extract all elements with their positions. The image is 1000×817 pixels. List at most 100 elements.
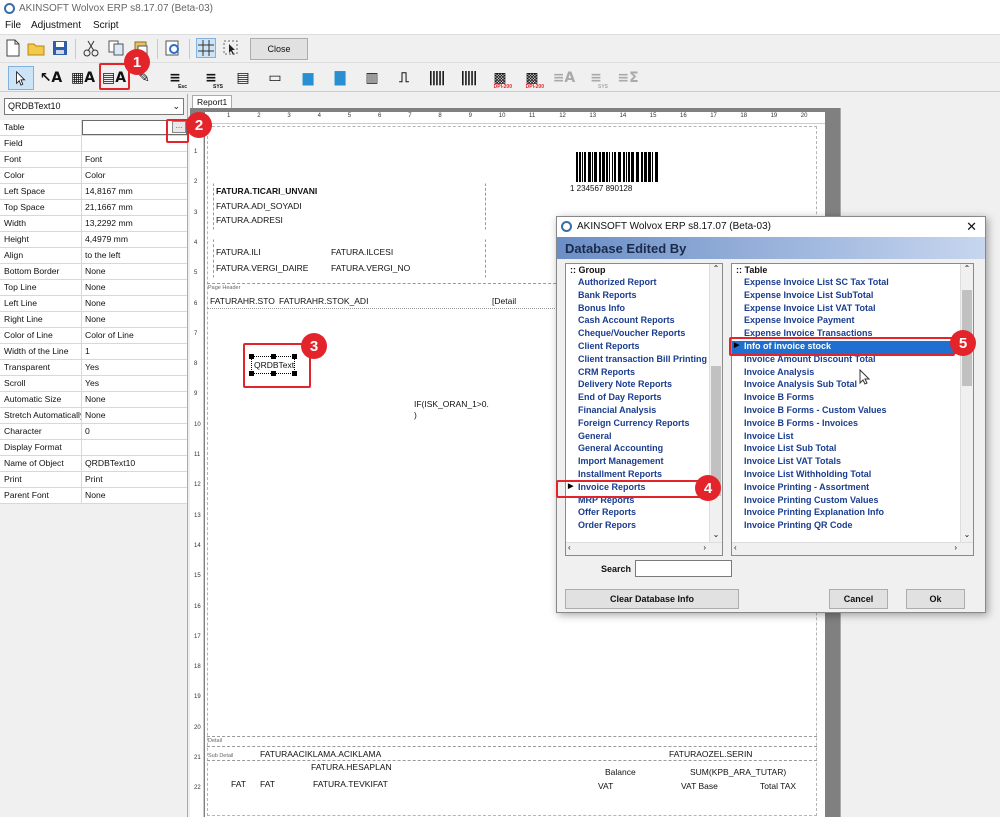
object-selector[interactable]: QRDBText10 ⌄: [4, 98, 184, 115]
list-item[interactable]: Invoice List: [732, 431, 973, 444]
property-row[interactable]: Font Font: [0, 152, 187, 168]
property-row[interactable]: Left Space 14,8167 mm: [0, 184, 187, 200]
field-sum[interactable]: SUM(KPB_ARA_TUTAR): [690, 767, 786, 777]
list-item[interactable]: Authorized Report: [566, 277, 722, 290]
list-item[interactable]: Cash Account Reports: [566, 315, 722, 328]
list-item[interactable]: End of Day Reports: [566, 392, 722, 405]
list-item[interactable]: Expense Invoice Payment: [732, 315, 973, 328]
field-tevkifat[interactable]: FATURA.TEVKIFAT: [313, 779, 388, 789]
chevron-down-icon[interactable]: ⌄: [961, 530, 973, 542]
field-balance[interactable]: Balance: [605, 767, 636, 777]
property-row[interactable]: Top Line None: [0, 280, 187, 296]
list-item[interactable]: Expense Invoice List VAT Total: [732, 303, 973, 316]
list-item[interactable]: General Accounting: [566, 443, 722, 456]
table-list[interactable]: :: Table Expense Invoice List SC Tax Tot…: [731, 263, 974, 556]
copy-icon[interactable]: [106, 38, 126, 58]
property-value[interactable]: None: [82, 296, 187, 311]
chevron-up-icon[interactable]: ⌃: [961, 264, 973, 276]
property-row[interactable]: Name of Object QRDBText10: [0, 456, 187, 472]
property-row[interactable]: Transparent Yes: [0, 360, 187, 376]
field-stok-adi[interactable]: FATURAHR.STOK_ADI: [279, 296, 368, 306]
open-folder-icon[interactable]: [26, 38, 46, 58]
property-value[interactable]: Color: [82, 168, 187, 183]
property-row[interactable]: Left Line None: [0, 296, 187, 312]
property-row[interactable]: Right Line None: [0, 312, 187, 328]
cancel-button[interactable]: Cancel: [829, 589, 888, 609]
pointer-tool-icon[interactable]: [8, 66, 34, 90]
property-row[interactable]: Height 4,4979 mm: [0, 232, 187, 248]
list-item[interactable]: Invoice Analysis Sub Total: [732, 379, 973, 392]
property-value[interactable]: 13,2292 mm: [82, 216, 187, 231]
barcode-tool-icon[interactable]: |||||: [423, 66, 449, 90]
property-value[interactable]: 0: [82, 424, 187, 439]
list-item[interactable]: Invoice B Forms: [732, 392, 973, 405]
table-hscroll[interactable]: ‹ ›: [732, 542, 973, 555]
property-value[interactable]: 4,4979 mm: [82, 232, 187, 247]
list-item[interactable]: Expense Invoice List SC Tax Total: [732, 277, 973, 290]
property-row[interactable]: Parent Font None: [0, 488, 187, 504]
field-stok-kodu[interactable]: FATURAHR.STO: [210, 296, 275, 306]
table-vscroll[interactable]: ⌃ ⌄: [960, 264, 973, 542]
property-row[interactable]: Bottom Border None: [0, 264, 187, 280]
property-row[interactable]: Table…: [0, 120, 187, 136]
list-item[interactable]: Offer Reports: [566, 507, 722, 520]
db-barcode-tool-icon[interactable]: |||||: [455, 66, 481, 90]
list-item[interactable]: Import Management: [566, 456, 722, 469]
list-item[interactable]: Invoice Printing QR Code: [732, 520, 973, 533]
property-row[interactable]: Top Space 21,1667 mm: [0, 200, 187, 216]
save-icon[interactable]: [50, 38, 70, 58]
label-tool-icon[interactable]: ↖A: [38, 66, 64, 90]
select-grid-icon[interactable]: [221, 38, 241, 58]
menu-adjustment[interactable]: Adjustment: [31, 20, 81, 31]
memo-tool-icon[interactable]: ▤: [230, 66, 256, 90]
list-item[interactable]: Foreign Currency Reports: [566, 418, 722, 431]
property-row[interactable]: Align to the left: [0, 248, 187, 264]
cut-icon[interactable]: [81, 38, 101, 58]
property-value[interactable]: 14,8167 mm: [82, 184, 187, 199]
tab-report1[interactable]: Report1: [192, 95, 233, 108]
property-value[interactable]: None: [82, 488, 187, 503]
list-item[interactable]: Invoice B Forms - Invoices: [732, 418, 973, 431]
property-value[interactable]: None: [82, 264, 187, 279]
list-item[interactable]: Order Repors: [566, 520, 722, 533]
new-file-icon[interactable]: [3, 38, 23, 58]
menu-script[interactable]: Script: [93, 20, 119, 31]
group-hscroll[interactable]: ‹ ›: [566, 542, 722, 555]
property-value[interactable]: Font: [82, 152, 187, 167]
list-item[interactable]: Bonus Info: [566, 303, 722, 316]
grid-icon[interactable]: [196, 38, 216, 58]
list-item[interactable]: Client transaction Bill Printing: [566, 354, 722, 367]
field-vat[interactable]: VAT: [598, 781, 613, 791]
list-item[interactable]: Client Reports: [566, 341, 722, 354]
property-row[interactable]: Color of Line Color of Line: [0, 328, 187, 344]
field-fat-2[interactable]: FAT: [260, 779, 275, 789]
clear-database-button[interactable]: Clear Database Info: [565, 589, 739, 609]
chevron-up-icon[interactable]: ⌃: [710, 264, 722, 276]
property-value[interactable]: Print: [82, 472, 187, 487]
list-item[interactable]: Invoice List Withholding Total: [732, 469, 973, 482]
barcode-image[interactable]: [574, 152, 660, 182]
property-value[interactable]: [82, 440, 187, 455]
field-aciklama[interactable]: FATURAACIKLAMA.ACIKLAMA: [260, 749, 381, 759]
property-value[interactable]: None: [82, 392, 187, 407]
field-ozel-serin[interactable]: FATURAOZEL.SERIN: [669, 749, 752, 759]
property-row[interactable]: Display Format: [0, 440, 187, 456]
property-row[interactable]: Width of the Line 1: [0, 344, 187, 360]
property-row[interactable]: Width 13,2292 mm: [0, 216, 187, 232]
field-vat-base[interactable]: VAT Base: [681, 781, 718, 791]
db-qr-tool-icon[interactable]: ▩ DPI-200: [519, 66, 545, 90]
chart-tool-icon[interactable]: ▥: [359, 66, 385, 90]
signature-tool-icon[interactable]: ⎍: [391, 66, 417, 90]
property-value[interactable]: 1: [82, 344, 187, 359]
property-value[interactable]: to the left: [82, 248, 187, 263]
close-icon[interactable]: ✕: [966, 219, 977, 235]
property-row[interactable]: Print Print: [0, 472, 187, 488]
property-value[interactable]: None: [82, 408, 187, 423]
list-item[interactable]: Invoice List Sub Total: [732, 443, 973, 456]
qr-tool-icon[interactable]: ▩ DPI-200: [487, 66, 513, 90]
field-detail-col[interactable]: [Detail: [492, 296, 516, 306]
property-value[interactable]: None: [82, 312, 187, 327]
menu-file[interactable]: File: [5, 20, 21, 31]
group-list[interactable]: :: Group Authorized Report Bank Reports Bo…: [565, 263, 723, 556]
sysdata-tool-icon[interactable]: ≡ SYS: [198, 66, 224, 90]
